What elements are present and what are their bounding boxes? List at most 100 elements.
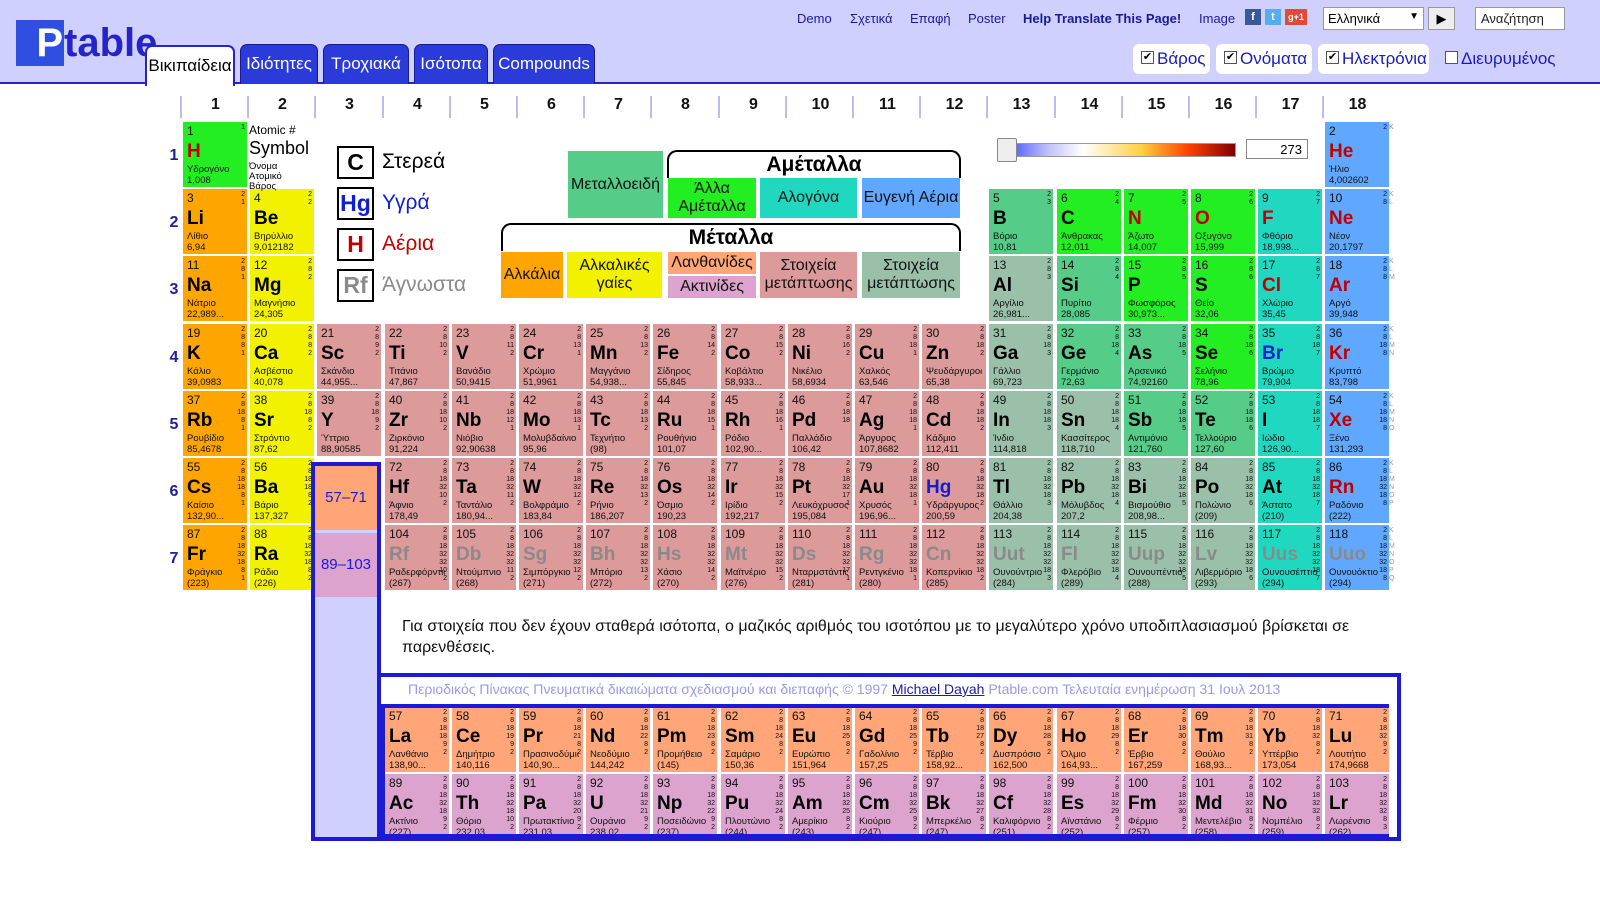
element-sc[interactable]: 21 Sc Σκάνδιο 44,955... 2 8 9 2 [317, 324, 381, 389]
element-as[interactable]: 33 As Αρσενικό 74,92160 2 8 18 5 [1124, 324, 1188, 389]
element-ni[interactable]: 28 Ni Νικέλιο 58,6934 2 8 16 2 [788, 324, 852, 389]
element-rh[interactable]: 45 Rh Ρόδιο 102,90... 2 8 18 16 1 [721, 391, 785, 456]
element-nb[interactable]: 41 Nb Νιόβιο 92,90638 2 8 18 12 1 [452, 391, 516, 456]
element-fl[interactable]: 114 Fl Φλερόβιο (289) 2 8 18 32 32 18 4 [1057, 525, 1121, 590]
element-k[interactable]: 19 K Κάλιο 39,0983 2 8 8 1 [183, 324, 247, 389]
element-zr[interactable]: 40 Zr Ζιρκόνιο 91,224 2 8 18 10 2 [385, 391, 449, 456]
lanthanides-placeholder[interactable]: 57–71 [315, 466, 377, 530]
element-uut[interactable]: 113 Uut Ουνούντριο (284) 2 8 18 32 32 18 3 [989, 525, 1053, 590]
element-be[interactable]: 4 Be Βηρύλλιο 9,012182 2 2 [250, 189, 314, 254]
element-ti[interactable]: 22 Ti Τιτάνιο 47,867 2 8 10 2 [385, 324, 449, 389]
group-number[interactable]: 10 [787, 96, 854, 114]
element-o[interactable]: 8 O Οξυγόνο 15,999 2 6 [1191, 189, 1255, 254]
element-li[interactable]: 3 Li Λίθιο 6,94 2 1 [183, 189, 247, 254]
element-ru[interactable]: 44 Ru Ρουθήνιο 101,07 2 8 18 15 1 [653, 391, 717, 456]
link-demo[interactable]: Demo [797, 11, 832, 26]
element-se[interactable]: 34 Se Σελήνιο 78,96 2 8 18 6 [1191, 324, 1255, 389]
element-lv[interactable]: 116 Lv Λιβερμόριο (293) 2 8 18 32 32 18 6 [1191, 525, 1255, 590]
element-rf[interactable]: 104 Rf Ραδερφόρντιο (267) 2 8 18 32 32 10 2 [385, 525, 449, 590]
group-number[interactable]: 2 [249, 96, 316, 114]
actinides-placeholder[interactable]: 89–103 [315, 533, 377, 597]
tab-properties[interactable]: Ιδιότητες [240, 44, 318, 84]
period-number[interactable]: 4 [166, 349, 182, 367]
element-rb[interactable]: 37 Rb Ρουβίδιο 85,4678 2 8 18 8 1 [183, 391, 247, 456]
element-zn[interactable]: 30 Zn Ψευδάργυρος 65,38 2 8 18 2 [922, 324, 986, 389]
electrons-checkbox[interactable]: ✔ Ηλεκτρόνια [1318, 44, 1429, 74]
element-rn[interactable]: 86 Rn Ραδόνιο (222) 2 8 18 32 18 8 [1325, 458, 1389, 523]
element-y[interactable]: 39 Y Ύττριο 88,90585 2 8 18 9 2 [317, 391, 381, 456]
element-co[interactable]: 27 Co Κοβάλτιο 58,933... 2 8 15 2 [721, 324, 785, 389]
element-c[interactable]: 6 C Άνθρακας 12,011 2 4 [1057, 189, 1121, 254]
element-re[interactable]: 75 Re Ρήνιο 186,207 2 8 18 32 13 2 [586, 458, 650, 523]
legend-lanthanides[interactable]: Λανθανίδες [668, 252, 756, 274]
element-bh[interactable]: 107 Bh Μπόριο (272) 2 8 18 32 32 13 2 [586, 525, 650, 590]
element-mo[interactable]: 42 Mo Μολυβδαίνιο 95,96 2 8 18 13 1 [519, 391, 583, 456]
legend-noble-gases[interactable]: Ευγενή Αέρια [862, 178, 960, 218]
link-contact[interactable]: Επαφή [910, 11, 951, 26]
group-number[interactable]: 15 [1123, 96, 1190, 114]
element-ca[interactable]: 20 Ca Ασβέστιο 40,078 2 8 8 2 [250, 324, 314, 389]
twitter-icon[interactable]: t [1265, 9, 1281, 25]
period-number[interactable]: 2 [166, 214, 182, 232]
group-number[interactable]: 18 [1324, 96, 1391, 114]
group-number[interactable]: 4 [384, 96, 451, 114]
element-ne[interactable]: 10 Ne Νέον 20,1797 2 8 [1325, 189, 1389, 254]
element-al[interactable]: 13 Al Αργίλιο 26,981... 2 8 3 [989, 256, 1053, 321]
language-select[interactable]: Ελληνικά ▼ [1323, 7, 1424, 30]
element-mt[interactable]: 109 Mt Μαϊτνέριο (276) 2 8 18 32 32 15 2 [721, 525, 785, 590]
element-b[interactable]: 5 B Βόριο 10,81 2 3 [989, 189, 1053, 254]
element-in[interactable]: 49 In Ίνδιο 114,818 2 8 18 18 3 [989, 391, 1053, 456]
group-number[interactable]: 14 [1056, 96, 1123, 114]
link-image[interactable]: Image [1199, 11, 1235, 26]
element-i[interactable]: 53 I Ιώδιο 126,90... 2 8 18 18 7 [1258, 391, 1322, 456]
element-pb[interactable]: 82 Pb Μόλυβδος 207,2 2 8 18 32 18 4 [1057, 458, 1121, 523]
group-number[interactable]: 5 [451, 96, 518, 114]
element-w[interactable]: 74 W Βολφράμιο 183,84 2 8 18 32 12 2 [519, 458, 583, 523]
element-sg[interactable]: 106 Sg Σιμπόργκιο (271) 2 8 18 32 32 12 2 [519, 525, 583, 590]
temperature-slider[interactable] [1000, 143, 1236, 157]
legend-metalloids[interactable]: Μεταλλοειδή [568, 151, 663, 218]
element-te[interactable]: 52 Te Τελλούριο 127,60 2 8 18 18 6 [1191, 391, 1255, 456]
group-number[interactable]: 8 [652, 96, 719, 114]
group-number[interactable]: 13 [988, 96, 1055, 114]
period-number[interactable]: 6 [166, 483, 182, 501]
element-br[interactable]: 35 Br Βρώμιο 79,904 2 8 18 7 [1258, 324, 1322, 389]
element-he[interactable]: 2 He Ήλιο 4,002602 2 [1325, 122, 1389, 187]
legend-alkali[interactable]: Αλκάλια [501, 252, 563, 298]
element-bi[interactable]: 83 Bi Βισμούθιο 208,98... 2 8 18 32 18 5 [1124, 458, 1188, 523]
names-checkbox[interactable]: ✔ Ονόματα [1216, 44, 1312, 74]
go-button[interactable]: ▶ [1428, 7, 1455, 30]
element-cr[interactable]: 24 Cr Χρώμιο 51,9961 2 8 13 1 [519, 324, 583, 389]
element-v[interactable]: 23 V Βανάδιο 50,9415 2 8 11 2 [452, 324, 516, 389]
element-sr[interactable]: 38 Sr Στρόντιο 87,62 2 8 18 8 2 [250, 391, 314, 456]
link-poster[interactable]: Poster [968, 11, 1006, 26]
element-ta[interactable]: 73 Ta Ταντάλιο 180,94... 2 8 18 32 11 2 [452, 458, 516, 523]
element-mn[interactable]: 25 Mn Μαγγάνιο 54,938... 2 8 13 2 [586, 324, 650, 389]
group-number[interactable]: 17 [1257, 96, 1324, 114]
group-number[interactable]: 12 [921, 96, 988, 114]
expanded-checkbox[interactable]: Διευρυμένος [1437, 44, 1559, 74]
group-number[interactable]: 6 [518, 96, 585, 114]
weight-checkbox[interactable]: ✔ Βάρος [1133, 44, 1210, 74]
search-input[interactable]: Αναζήτηση [1475, 7, 1565, 30]
tab-wikipedia[interactable]: Βικιπαίδεια [145, 45, 235, 86]
element-pd[interactable]: 46 Pd Παλλάδιο 106,42 2 8 18 18 [788, 391, 852, 456]
group-number[interactable]: 11 [854, 96, 921, 114]
legend-halogens[interactable]: Αλογόνα [760, 178, 857, 218]
element-fe[interactable]: 26 Fe Σίδηρος 55,845 2 8 14 2 [653, 324, 717, 389]
element-po[interactable]: 84 Po Πολώνιο (209) 2 8 18 32 18 6 [1191, 458, 1255, 523]
element-fr[interactable]: 87 Fr Φράγκιο (223) 2 8 18 32 18 8 1 [183, 525, 247, 590]
element-tc[interactable]: 43 Tc Τεχνήτιο (98) 2 8 18 13 2 [586, 391, 650, 456]
link-about[interactable]: Σχετικά [850, 11, 893, 26]
tab-compounds[interactable]: Compounds [493, 44, 595, 84]
tab-isotopes[interactable]: Ισότοπα [414, 44, 488, 84]
element-sb[interactable]: 51 Sb Αντιμόνιο 121,760 2 8 18 18 5 [1124, 391, 1188, 456]
element-os[interactable]: 76 Os Όσμιο 190,23 2 8 18 32 14 2 [653, 458, 717, 523]
element-uuo[interactable]: 118 Uuo Ουνουόκτιο (294) 2 8 18 32 32 18 8 [1325, 525, 1389, 590]
element-cn[interactable]: 112 Cn Κοπερνίκιο (285) 2 8 18 32 32 18 2 [922, 525, 986, 590]
period-number[interactable]: 7 [166, 550, 182, 568]
element-tl[interactable]: 81 Tl Θάλλιο 204,38 2 8 18 32 18 3 [989, 458, 1053, 523]
element-at[interactable]: 85 At Άστατο (210) 2 8 18 32 18 7 [1258, 458, 1322, 523]
element-uus[interactable]: 117 Uus Ουνουσέπτιο (294) 2 8 18 32 32 18 7 [1258, 525, 1322, 590]
group-number[interactable]: 9 [720, 96, 787, 114]
